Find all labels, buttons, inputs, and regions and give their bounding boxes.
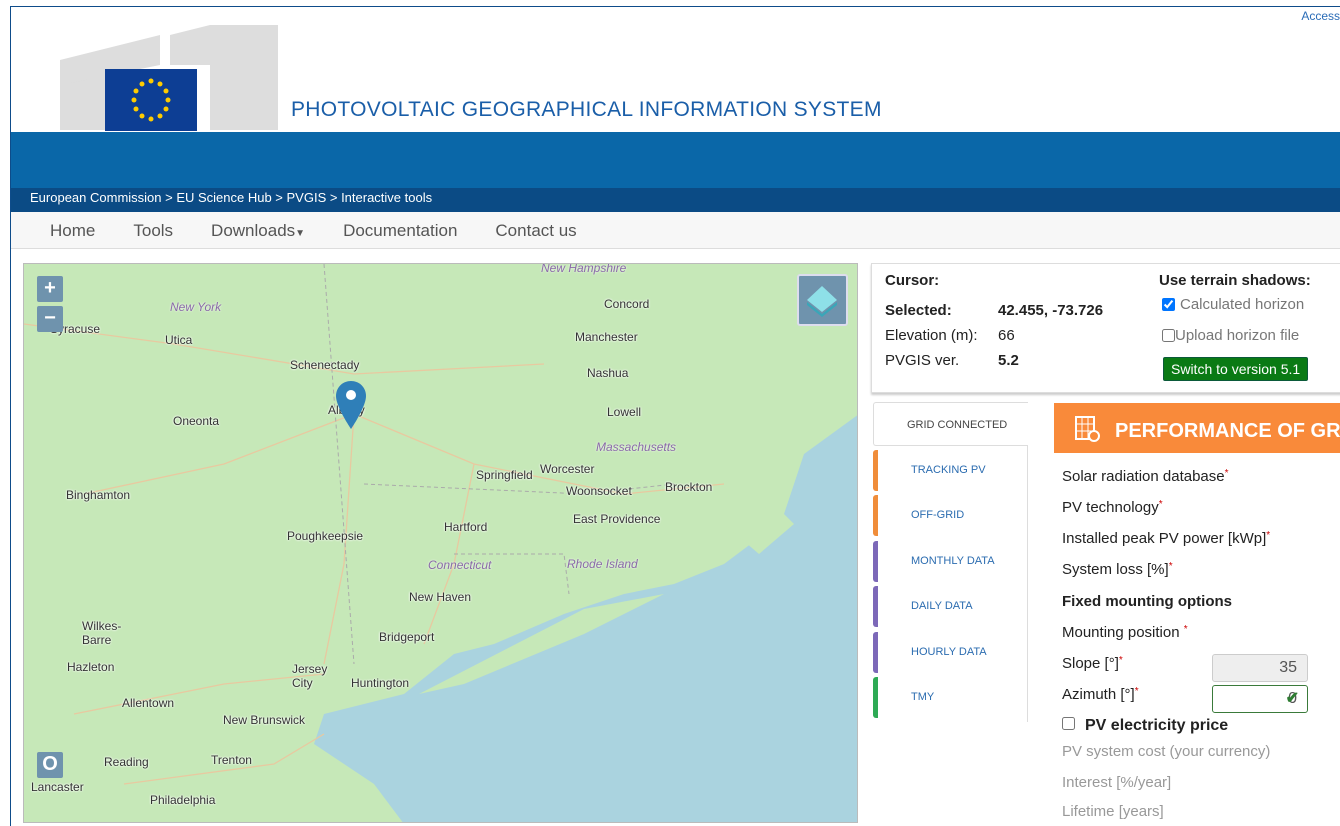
city-label: Huntington xyxy=(351,676,410,690)
slope-input[interactable]: 35 xyxy=(1212,654,1308,682)
panel-header: PERFORMANCE OF GR xyxy=(1054,403,1340,453)
state-label: Rhode Island xyxy=(567,557,638,571)
slope-label: Slope [°] xyxy=(1062,655,1119,672)
pv-price-option[interactable]: PV electricity price xyxy=(1062,717,1228,735)
power-label: Installed peak PV power [kWp] xyxy=(1062,530,1267,547)
city-label: Binghamton xyxy=(66,488,131,502)
panel-title: PERFORMANCE OF GR xyxy=(1115,420,1340,442)
city-label: Worcester xyxy=(540,462,595,476)
map-control-button[interactable]: O xyxy=(37,752,63,778)
city-label: Manchester xyxy=(575,330,638,344)
elevation-value: 66 xyxy=(998,327,1015,344)
state-label: New York xyxy=(170,300,222,314)
city-label: Lancaster xyxy=(31,780,84,794)
mounting-label: Mounting position xyxy=(1062,624,1180,641)
tab-monthly-data[interactable]: MONTHLY DATA xyxy=(873,541,1028,582)
city-label: Woonsocket xyxy=(566,484,632,498)
tab-daily-data[interactable]: DAILY DATA xyxy=(873,586,1028,627)
cost-label: PV system cost (your currency) xyxy=(1062,743,1271,760)
city-label: Wilkes-Barre xyxy=(82,619,122,647)
map-base xyxy=(24,264,857,822)
nav-home[interactable]: Home xyxy=(50,212,95,248)
city-label: Bridgeport xyxy=(379,630,435,644)
version-value: 5.2 xyxy=(998,352,1019,369)
city-label: Trenton xyxy=(211,753,252,767)
city-label: Hartford xyxy=(444,520,488,534)
required-mark: * xyxy=(1183,624,1188,635)
calculated-horizon-checkbox[interactable] xyxy=(1162,298,1175,311)
terrain-shadows-label: Use terrain shadows: xyxy=(1159,272,1311,289)
elevation-label: Elevation (m): xyxy=(885,327,978,344)
state-label: Massachusetts xyxy=(596,440,677,454)
location-info-panel: Cursor: Selected: 42.455, -73.726 Elevat… xyxy=(871,263,1340,393)
layers-icon xyxy=(807,286,837,317)
map[interactable]: New Hampshire New York Massachusetts Con… xyxy=(23,263,858,823)
accessibility-link[interactable]: Access xyxy=(1301,9,1340,23)
interest-label: Interest [%/year] xyxy=(1062,774,1172,791)
nav-documentation[interactable]: Documentation xyxy=(343,212,457,248)
db-label: Solar radiation database xyxy=(1062,468,1225,485)
nav-contact[interactable]: Contact us xyxy=(495,212,576,248)
tab-tracking-pv[interactable]: TRACKING PV xyxy=(873,450,1028,491)
city-label: East Providence xyxy=(573,512,661,526)
city-label: Concord xyxy=(604,297,650,311)
header-band xyxy=(11,132,1340,188)
valid-check-icon: ✔ xyxy=(1285,690,1299,707)
city-label: Utica xyxy=(165,333,193,347)
required-mark: * xyxy=(1224,468,1229,479)
state-label: New Hampshire xyxy=(541,263,627,275)
breadcrumb[interactable]: European Commission > EU Science Hub > P… xyxy=(11,188,1340,212)
solar-panel-icon xyxy=(1075,416,1100,442)
upload-horizon-checkbox[interactable] xyxy=(1162,329,1175,342)
required-mark: * xyxy=(1118,655,1123,666)
city-label: Jersey City xyxy=(292,662,328,690)
zoom-in-button[interactable]: + xyxy=(37,276,63,302)
tab-off-grid[interactable]: OFF-GRID xyxy=(873,495,1028,536)
version-label: PVGIS ver. xyxy=(885,352,960,369)
caret-down-icon: ▼ xyxy=(295,228,306,239)
city-label: Reading xyxy=(104,755,149,769)
cursor-label: Cursor: xyxy=(885,272,940,289)
city-label: Philadelphia xyxy=(150,793,216,807)
city-label: New Brunswick xyxy=(223,713,306,727)
required-mark: * xyxy=(1158,499,1163,510)
azimuth-input[interactable]: 0 ✔ xyxy=(1212,685,1308,713)
city-label: Poughkeepsie xyxy=(287,529,364,543)
loss-label: System loss [%] xyxy=(1062,561,1169,578)
nav-downloads[interactable]: Downloads▼ xyxy=(211,212,305,248)
city-label: Allentown xyxy=(122,696,175,710)
layers-button[interactable] xyxy=(797,274,848,326)
tab-tmy[interactable]: TMY xyxy=(873,677,1028,718)
lifetime-label: Lifetime [years] xyxy=(1062,803,1164,820)
city-label: Brockton xyxy=(665,480,713,494)
tool-tabs: GRID CONNECTED TRACKING PV OFF-GRID MONT… xyxy=(871,402,1028,722)
city-label: New Haven xyxy=(409,590,472,604)
switch-version-button[interactable]: Switch to version 5.1 xyxy=(1163,357,1309,381)
nav-tools[interactable]: Tools xyxy=(133,212,173,248)
fixed-mounting-heading: Fixed mounting options xyxy=(1062,593,1232,610)
main-nav: Home Tools Downloads▼ Documentation Cont… xyxy=(11,212,1340,249)
site-title: PHOTOVOLTAIC GEOGRAPHICAL INFORMATION SY… xyxy=(291,98,882,121)
city-label: Lowell xyxy=(607,405,642,419)
tab-grid-connected[interactable]: GRID CONNECTED xyxy=(873,402,1028,446)
calculated-horizon-option[interactable]: Calculated horizon xyxy=(1162,296,1304,313)
tech-label: PV technology xyxy=(1062,499,1159,516)
selected-coords: 42.455, -73.726 xyxy=(998,302,1104,319)
state-label: Connecticut xyxy=(428,558,492,572)
city-label: Nashua xyxy=(587,366,629,380)
city-label: Schenectady xyxy=(290,358,360,372)
city-label: Springfield xyxy=(476,468,533,482)
city-label: Oneonta xyxy=(173,414,220,428)
required-mark: * xyxy=(1134,686,1139,697)
upload-horizon-option[interactable]: Upload horizon file xyxy=(1162,327,1299,344)
zoom-out-button[interactable]: − xyxy=(37,306,63,332)
selected-label: Selected: xyxy=(885,302,952,319)
required-mark: * xyxy=(1168,561,1173,572)
tab-hourly-data[interactable]: HOURLY DATA xyxy=(873,632,1028,673)
location-pin-icon[interactable] xyxy=(335,380,367,430)
city-label: Hazleton xyxy=(67,660,115,674)
required-mark: * xyxy=(1266,530,1271,541)
azimuth-label: Azimuth [°] xyxy=(1062,686,1135,703)
pv-price-checkbox[interactable] xyxy=(1062,717,1075,730)
